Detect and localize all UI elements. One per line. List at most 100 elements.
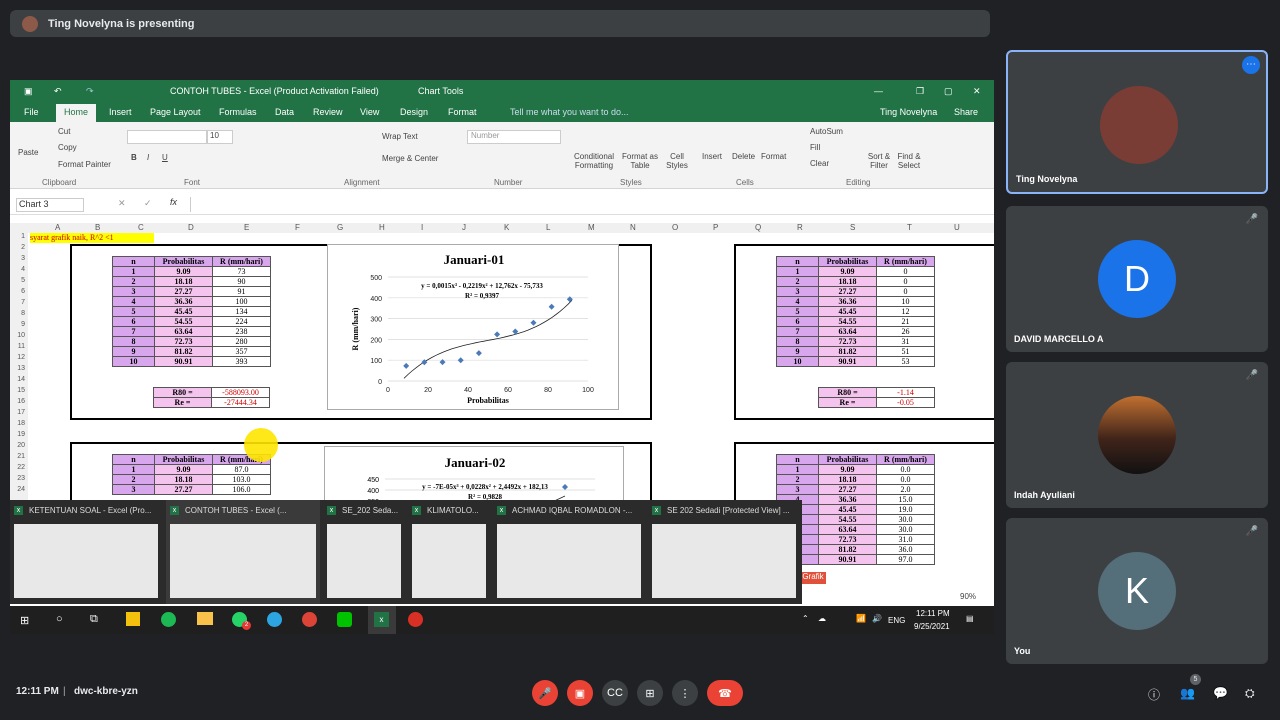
sticky-notes-icon[interactable] [126, 612, 140, 626]
table-cell[interactable]: 36.36 [154, 296, 213, 307]
column-header[interactable]: D [188, 223, 194, 232]
table-cell[interactable]: 9.09 [818, 464, 877, 475]
table-row[interactable]: 2 18.18 0 [776, 276, 935, 287]
table-row[interactable]: 2 18.18 90 [112, 276, 271, 287]
table-cell[interactable]: 3 [112, 484, 155, 495]
tab-page-layout[interactable]: Page Layout [150, 107, 201, 117]
table-cell[interactable]: 36.36 [818, 494, 877, 505]
table-cell[interactable]: 2 [776, 474, 819, 485]
row-header[interactable]: 22 [17, 464, 25, 471]
row-header[interactable]: 24 [17, 486, 25, 493]
cut-button[interactable]: Cut [58, 127, 70, 136]
table-cell[interactable]: 97.0 [876, 554, 935, 565]
table-row[interactable]: 5 45.45 134 [112, 306, 271, 317]
tab-home[interactable]: Home [56, 104, 97, 122]
maximize-icon[interactable]: ▢ [944, 86, 953, 97]
table-cell[interactable]: 12 [876, 306, 935, 317]
tile-indah-ayuliani[interactable]: 🎤 Indah Ayuliani [1006, 362, 1268, 508]
italic-button[interactable]: I [147, 153, 149, 162]
column-header[interactable]: B [95, 223, 100, 232]
table-row[interactable]: 5 45.45 12 [776, 306, 935, 317]
window-thumbnail[interactable]: x ACHMAD IQBAL ROMADLON -... [493, 500, 645, 604]
table-cell[interactable]: 1 [112, 464, 155, 475]
table-cell[interactable]: 5 [776, 306, 819, 317]
table-cell[interactable]: 2 [776, 276, 819, 287]
table-cell[interactable]: 53 [876, 356, 935, 367]
table-cell[interactable]: 54.55 [818, 316, 877, 327]
chart-januari-01[interactable]: 0 100 200 300 400 500 0 20 40 60 80 100 Januari-01 y … [327, 244, 619, 410]
cell-styles-button[interactable]: Cell Styles [662, 152, 692, 170]
table-cell[interactable]: 10 [876, 296, 935, 307]
column-header[interactable]: U [954, 223, 960, 232]
data-table-1[interactable]: n Probabilitas R (mm/hari) 1 9.09 73 2 18.18 90 3… [112, 256, 271, 367]
tray-date[interactable]: 9/25/2021 [914, 622, 950, 631]
table-cell[interactable]: 30.0 [876, 514, 935, 525]
column-header[interactable]: N [630, 223, 636, 232]
column-header[interactable]: E [244, 223, 249, 232]
row-header[interactable]: 5 [21, 277, 25, 284]
mic-toggle-button[interactable]: 🎤 [532, 680, 558, 706]
table-row[interactable]: 10 90.91 53 [776, 356, 935, 367]
save-icon[interactable]: ▣ [24, 86, 33, 97]
language-indicator[interactable]: ENG [888, 616, 905, 625]
table-cell[interactable]: 19.0 [876, 504, 935, 515]
table-cell[interactable]: 54.55 [154, 316, 213, 327]
table-row[interactable]: 6 54.55 224 [112, 316, 271, 327]
column-header[interactable]: R [797, 223, 803, 232]
name-box[interactable]: Chart 3 [16, 198, 84, 212]
table-cell[interactable]: 27.27 [154, 484, 213, 495]
file-explorer-icon[interactable] [197, 612, 213, 625]
table-cell[interactable]: 9 [776, 346, 819, 357]
table-row[interactable]: 7 63.64 26 [776, 326, 935, 337]
minimize-icon[interactable]: — [874, 86, 883, 96]
present-button[interactable]: ⊞ [637, 680, 663, 706]
chrome-icon[interactable] [302, 612, 317, 627]
table-cell[interactable]: 4 [776, 296, 819, 307]
table-cell[interactable]: 1 [776, 464, 819, 475]
people-icon[interactable]: 👥 [1180, 686, 1195, 700]
table-cell[interactable]: 72.73 [818, 534, 877, 545]
table-cell[interactable]: 91 [212, 286, 271, 297]
table-row[interactable]: 3 27.27 91 [112, 286, 271, 297]
row-header[interactable]: 6 [21, 288, 25, 295]
wifi-icon[interactable]: 📶 [856, 614, 866, 623]
row-header[interactable]: 21 [17, 453, 25, 460]
table-cell[interactable]: 2.0 [876, 484, 935, 495]
table-cell[interactable]: 30.0 [876, 524, 935, 535]
table-cell[interactable]: 90.91 [818, 554, 877, 565]
column-header[interactable]: K [504, 223, 509, 232]
window-thumbnail[interactable]: x SE 202 Sedadi [Protected View] ... [648, 500, 800, 604]
enter-icon[interactable]: ✓ [144, 198, 152, 209]
notification-icon[interactable]: ▤ [966, 614, 974, 623]
function-icon[interactable]: fx [170, 197, 177, 207]
table-cell[interactable]: 106.0 [212, 484, 271, 495]
table-cell[interactable]: 27.27 [818, 286, 877, 297]
camera-toggle-button[interactable]: ▣ [567, 680, 593, 706]
app-icon[interactable] [408, 612, 423, 627]
row-header[interactable]: 16 [17, 398, 25, 405]
font-size-select[interactable]: 10 [207, 130, 233, 144]
row-header[interactable]: 11 [18, 343, 25, 350]
stats-table-2[interactable]: R80 = -1.14 Re = -0.05 [818, 387, 935, 408]
format-painter-button[interactable]: Format Painter [58, 160, 111, 169]
table-cell[interactable]: 54.55 [818, 514, 877, 525]
table-cell[interactable]: 100 [212, 296, 271, 307]
table-row[interactable]: 8 72.73 31 [776, 336, 935, 347]
table-cell[interactable]: 9.09 [154, 266, 213, 277]
table-cell[interactable]: 36.0 [876, 544, 935, 555]
excel-icon[interactable]: x [374, 612, 389, 627]
row-header[interactable]: 23 [17, 475, 25, 482]
column-header[interactable]: M [588, 223, 595, 232]
tab-file[interactable]: File [24, 107, 39, 117]
table-row[interactable]: 3 27.27 2.0 [776, 484, 935, 495]
table-cell[interactable]: 63.64 [818, 524, 877, 535]
table-cell[interactable]: 26 [876, 326, 935, 337]
row-header[interactable]: 1 [21, 233, 25, 240]
table-cell[interactable]: 31.0 [876, 534, 935, 545]
table-cell[interactable]: 87.0 [212, 464, 271, 475]
table-cell[interactable]: 7 [112, 326, 155, 337]
table-cell[interactable]: 0.0 [876, 474, 935, 485]
table-row[interactable]: 4 36.36 10 [776, 296, 935, 307]
tile-you[interactable]: 🎤 K You [1006, 518, 1268, 664]
info-icon[interactable]: ⓘ [1148, 686, 1160, 703]
